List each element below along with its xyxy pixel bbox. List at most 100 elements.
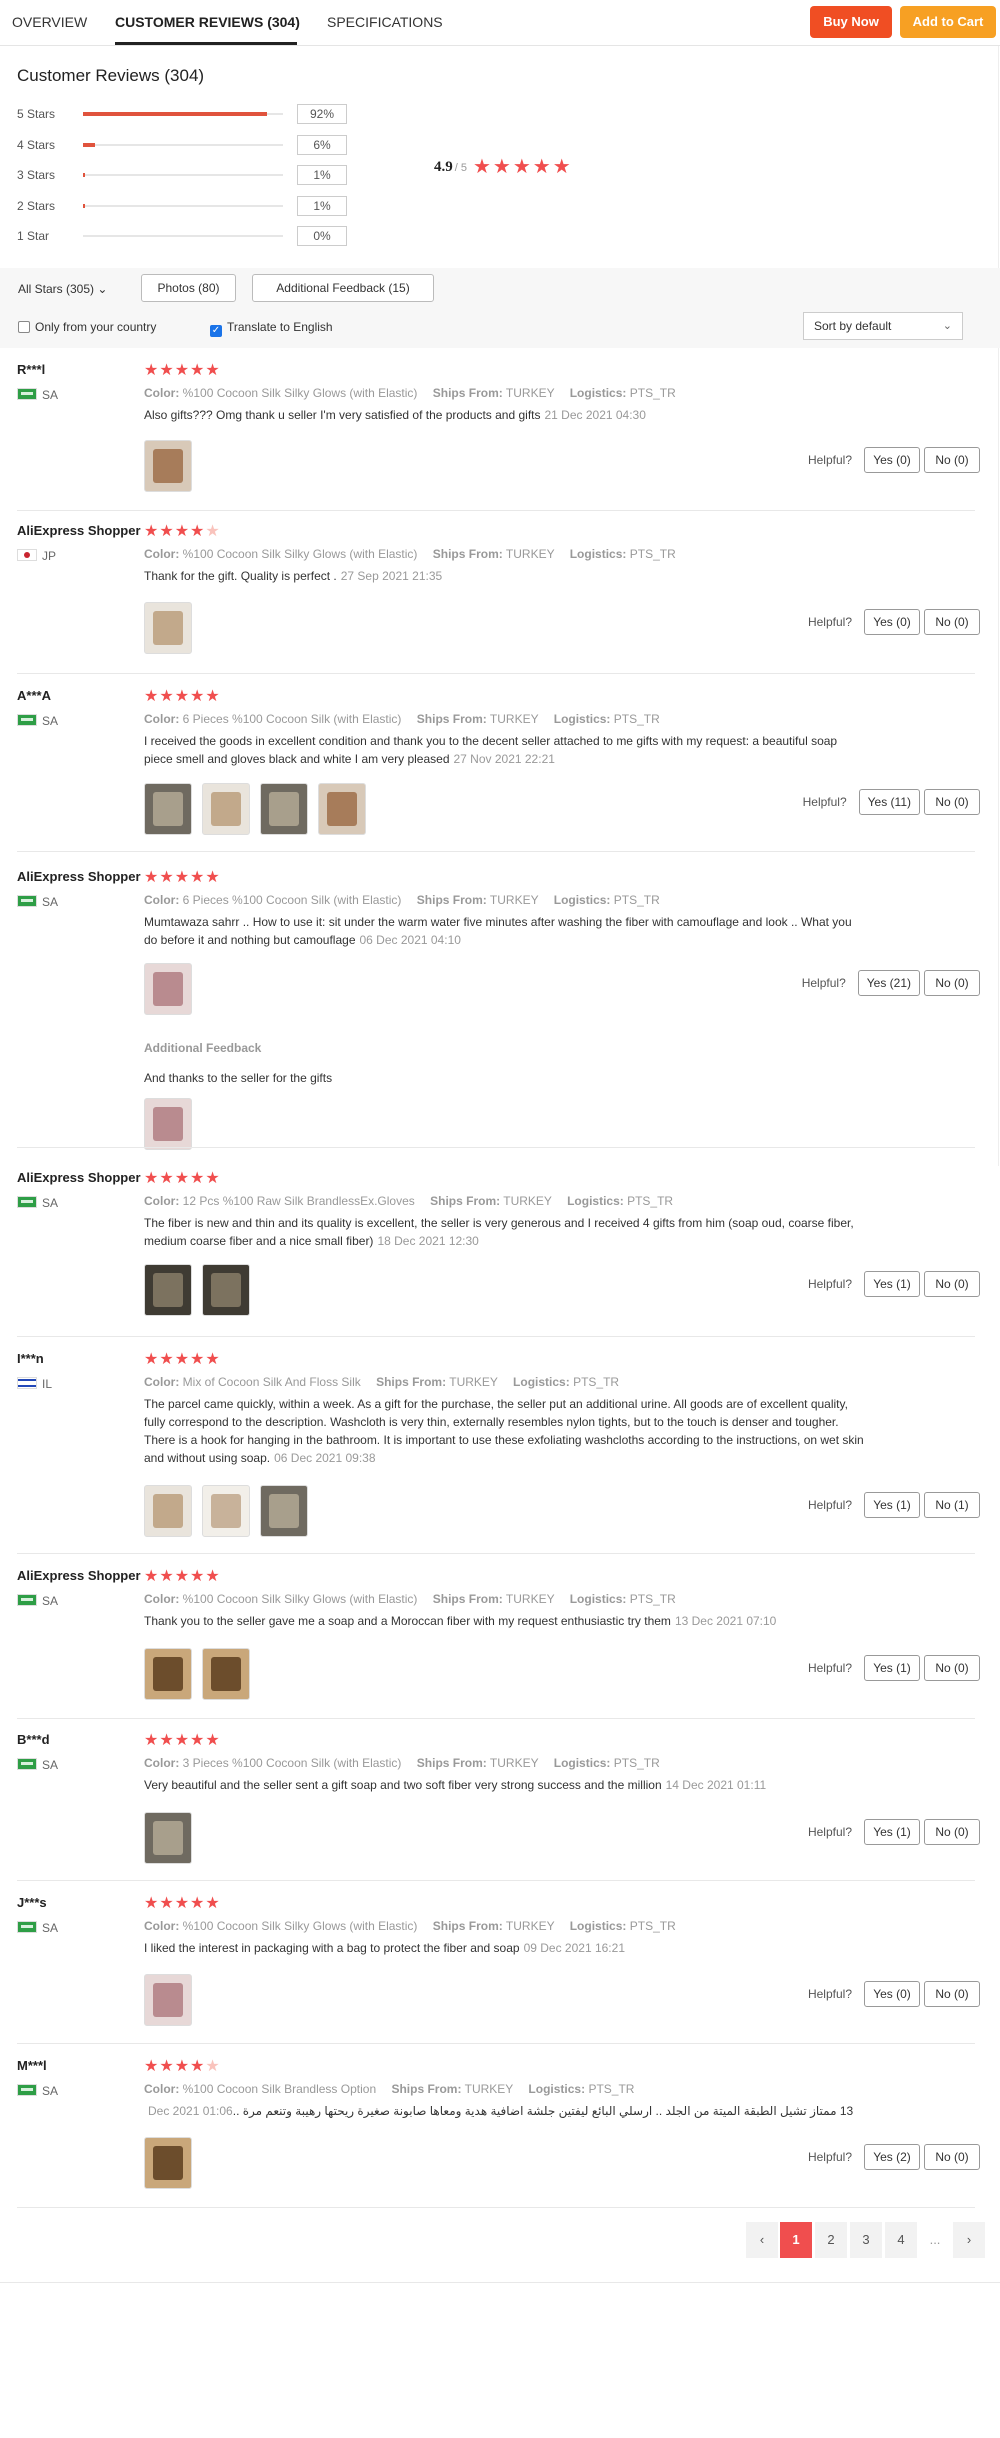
rating-row-percent: 1% xyxy=(297,165,347,185)
review-photo-thumbnail[interactable] xyxy=(144,1648,192,1700)
average-score: 4.9 xyxy=(434,159,453,175)
review-divider xyxy=(17,2043,975,2044)
tab-customer-reviews[interactable]: CUSTOMER REVIEWS (304) xyxy=(115,14,300,30)
review-photo-thumbnail[interactable] xyxy=(144,1098,192,1150)
page-2-button[interactable]: 2 xyxy=(815,2222,847,2258)
review-photo-thumbnail[interactable] xyxy=(144,963,192,1015)
helpful-no-button[interactable]: No (0) xyxy=(924,2144,980,2170)
review-divider xyxy=(17,2207,975,2208)
review-photo-thumbnail[interactable] xyxy=(144,1974,192,2026)
rating-row[interactable]: 3 Stars 1% xyxy=(17,165,357,185)
review-photo-thumbnail[interactable] xyxy=(260,783,308,835)
helpful-no-button[interactable]: No (0) xyxy=(924,609,980,635)
rating-row[interactable]: 4 Stars 6% xyxy=(17,135,357,155)
next-page-button[interactable]: › xyxy=(953,2222,985,2258)
logistics-value: PTS_TR xyxy=(629,1592,676,1606)
page-4-button[interactable]: 4 xyxy=(885,2222,917,2258)
helpful-no-button[interactable]: No (0) xyxy=(924,447,980,473)
helpful-no-button[interactable]: No (0) xyxy=(924,1655,980,1681)
review-photo-thumbnail[interactable] xyxy=(144,1812,192,1864)
review-stars-icon: ★★★★★ xyxy=(144,2056,221,2076)
review-photo-thumbnail[interactable] xyxy=(202,1264,250,1316)
color-value: 3 Pieces %100 Cocoon Silk (with Elastic) xyxy=(182,1756,402,1770)
buy-now-button[interactable]: Buy Now xyxy=(810,6,892,38)
page-3-button[interactable]: 3 xyxy=(850,2222,882,2258)
review-text: I received the goods in excellent condit… xyxy=(144,732,864,768)
rating-row[interactable]: 1 Star 0% xyxy=(17,226,357,246)
logistics-value: PTS_TR xyxy=(629,547,676,561)
only-country-checkbox[interactable]: Only from your country xyxy=(18,320,156,334)
rating-row[interactable]: 2 Stars 1% xyxy=(17,196,357,216)
helpful-no-button[interactable]: No (1) xyxy=(924,1492,980,1518)
page-1-button[interactable]: 1 xyxy=(780,2222,812,2258)
review-photo-thumbnail[interactable] xyxy=(144,602,192,654)
country-code: SA xyxy=(42,714,59,728)
helpful-no-button[interactable]: No (0) xyxy=(924,1819,980,1845)
checkbox-checked-icon: ✓ xyxy=(210,325,222,337)
review-body: Mumtawaza sahrr .. How to use it: sit un… xyxy=(144,915,852,947)
helpful-yes-button[interactable]: Yes (2) xyxy=(864,2144,920,2170)
review-photo-thumbnail[interactable] xyxy=(260,1485,308,1537)
review-stars-icon: ★★★★★ xyxy=(144,1566,221,1586)
additional-feedback-filter-button[interactable]: Additional Feedback (15) xyxy=(252,274,434,302)
reviewer-name: B***d xyxy=(17,1732,50,1747)
logistics-label: Logistics: xyxy=(553,712,611,726)
rating-row-percent: 1% xyxy=(297,196,347,216)
review-photo-thumbnail[interactable] xyxy=(144,2137,192,2189)
review-photo-thumbnail[interactable] xyxy=(202,783,250,835)
color-label: Color: xyxy=(144,547,180,561)
helpful-no-button[interactable]: No (0) xyxy=(924,970,980,996)
logistics-label: Logistics: xyxy=(567,1194,624,1208)
review-photo-thumbnail[interactable] xyxy=(144,1264,192,1316)
star-icon: ★★★★★ xyxy=(144,688,221,705)
color-value: %100 Cocoon Silk Brandless Option xyxy=(182,2082,377,2096)
helpful-yes-button[interactable]: Yes (1) xyxy=(864,1655,920,1681)
helpful-no-button[interactable]: No (0) xyxy=(924,1271,980,1297)
review-photo-thumbnail[interactable] xyxy=(202,1648,250,1700)
previous-page-button[interactable]: ‹ xyxy=(746,2222,778,2258)
review-divider xyxy=(17,1147,975,1148)
reviewer-name: R***l xyxy=(17,362,46,377)
reviewer-country: SA xyxy=(17,1594,58,1608)
helpful-yes-button[interactable]: Yes (11) xyxy=(858,789,920,815)
rating-row-label: 4 Stars xyxy=(17,138,56,152)
review-text: The parcel came quickly, within a week. … xyxy=(144,1395,864,1467)
review-text: Mumtawaza sahrr .. How to use it: sit un… xyxy=(144,913,864,949)
rating-row[interactable]: 5 Stars 92% xyxy=(17,104,357,124)
translate-checkbox[interactable]: ✓ Translate to English xyxy=(210,320,333,337)
logistics-value: PTS_TR xyxy=(627,1194,674,1208)
review-divider xyxy=(17,1336,975,1337)
review-date: 27 Nov 2021 22:21 xyxy=(453,752,555,766)
review-text: Thank you to the seller gave me a soap a… xyxy=(144,1612,864,1630)
helpful-no-button[interactable]: No (0) xyxy=(924,1981,980,2007)
helpful-yes-button[interactable]: Yes (0) xyxy=(864,447,920,473)
star-icon: ★★★★★ xyxy=(144,1732,221,1749)
review-photo-thumbnail[interactable] xyxy=(144,783,192,835)
helpful-yes-button[interactable]: Yes (21) xyxy=(857,970,920,996)
reviewer-country: JP xyxy=(17,549,56,563)
review-photo-thumbnail[interactable] xyxy=(318,783,366,835)
helpful-yes-button[interactable]: Yes (1) xyxy=(864,1819,920,1845)
review-text: The fiber is new and thin and its qualit… xyxy=(144,1214,864,1250)
review-photo-thumbnail[interactable] xyxy=(202,1485,250,1537)
sort-select[interactable]: Sort by default ⌄ xyxy=(803,312,963,340)
rating-bar-track xyxy=(83,173,283,177)
helpful-yes-button[interactable]: Yes (1) xyxy=(864,1271,920,1297)
country-flag-icon xyxy=(17,1377,37,1389)
product-tab-bar: OVERVIEW CUSTOMER REVIEWS (304) SPECIFIC… xyxy=(0,0,1000,46)
helpful-no-button[interactable]: No (0) xyxy=(924,789,980,815)
reviewer-name: AliExpress Shopper xyxy=(17,1170,141,1185)
all-stars-dropdown[interactable]: All Stars (305) ⌄ xyxy=(18,282,107,296)
rating-bar-track xyxy=(83,143,283,147)
helpful-yes-button[interactable]: Yes (0) xyxy=(864,609,920,635)
photos-filter-button[interactable]: Photos (80) xyxy=(141,274,236,302)
add-to-cart-button[interactable]: Add to Cart xyxy=(900,6,996,38)
helpful-yes-button[interactable]: Yes (0) xyxy=(864,1981,920,2007)
review-photo-thumbnail[interactable] xyxy=(144,1485,192,1537)
helpful-yes-button[interactable]: Yes (1) xyxy=(864,1492,920,1518)
review-photo-thumbnail[interactable] xyxy=(144,440,192,492)
tab-overview[interactable]: OVERVIEW xyxy=(12,14,87,30)
ships-from-label: Ships From: xyxy=(416,712,487,726)
rating-bar-track xyxy=(83,204,283,208)
tab-specifications[interactable]: SPECIFICATIONS xyxy=(327,14,443,30)
